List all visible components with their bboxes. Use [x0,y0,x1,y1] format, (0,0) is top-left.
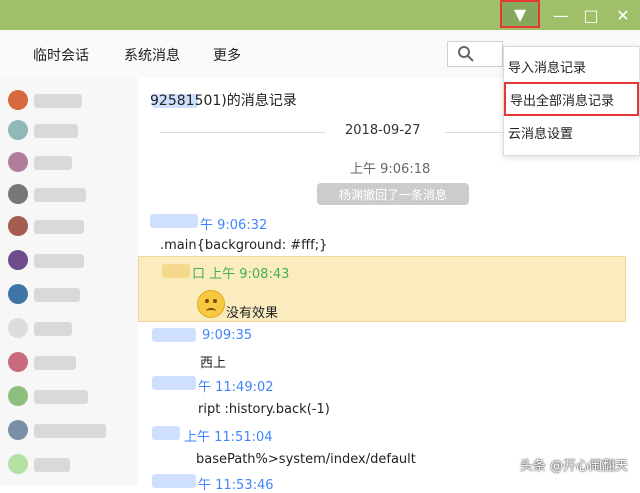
search-input[interactable] [447,41,503,67]
menu-item-import-records[interactable]: 导入消息记录 [504,49,639,83]
avatar [8,120,28,140]
blurred-name [34,322,72,336]
avatar [8,318,28,338]
message-time: 上午 11:51:04 [184,430,273,445]
contact-item[interactable] [8,284,133,306]
emoji-mouth [206,308,216,314]
blurred-name [34,124,78,138]
minimize-icon[interactable]: — [544,0,578,30]
avatar [8,216,28,236]
close-icon[interactable]: ✕ [606,0,640,30]
blurred-sender [152,426,180,440]
chat-title: 92581501)的消息记录 [150,93,297,109]
title-bar: ▼ — □ ✕ [0,0,640,30]
blurred-name [34,220,84,234]
avatar [8,152,28,172]
menu-item-export-all-records[interactable]: 导出全部消息记录 [504,82,639,116]
contact-item[interactable] [8,120,133,142]
message-time: 口 上午 9:08:43 [192,267,290,282]
avatar [8,454,28,474]
contact-item[interactable] [8,352,133,374]
message-time: 午 11:49:02 [198,380,274,395]
date-label: 2018-09-27 [345,123,421,138]
dropdown-menu: 导入消息记录 导出全部消息记录 云消息设置 [503,46,640,156]
tab-more[interactable]: 更多 [213,45,241,65]
maximize-icon[interactable]: □ [574,0,608,30]
avatar [8,90,28,110]
contact-item[interactable] [8,318,133,340]
avatar [8,250,28,270]
contact-item[interactable] [8,454,133,476]
menu-item-cloud-settings[interactable]: 云消息设置 [504,115,639,149]
avatar [8,184,28,204]
message-time: 午 9:06:32 [200,218,268,233]
contact-item[interactable] [8,152,133,174]
search-icon [458,46,474,62]
watermark: 头条 @开心闹翻天 [519,459,628,474]
blurred-name [34,94,82,108]
message-text[interactable]: .main{background: #fff;} [160,238,327,253]
avatar [8,352,28,372]
contact-item[interactable] [8,216,133,238]
sad-emoji-icon [197,290,225,318]
blurred-name [34,356,76,370]
avatar [8,386,28,406]
blurred-name [34,458,70,472]
blurred-name [34,188,86,202]
recall-notice: 杨渊撤回了一条消息 [317,183,469,205]
tab-system-messages[interactable]: 系统消息 [124,45,180,65]
message-text[interactable]: 西上 [200,352,226,371]
blurred-name [34,424,106,438]
message-text[interactable]: ript :history.back(-1) [198,402,330,417]
message-time: 9:09:35 [202,328,253,343]
message-time: 午 11:53:46 [198,478,274,493]
message-text[interactable]: basePath%>system/index/default [196,452,416,467]
divider [160,132,325,133]
blurred-name [34,288,80,302]
blurred-sender [162,264,190,278]
dropdown-arrow-icon[interactable]: ▼ [500,0,540,28]
tab-temporary-chat[interactable]: 临时会话 [33,45,89,65]
contact-item[interactable] [8,90,133,112]
message-text[interactable]: 没有效果 [226,302,278,321]
contact-list [0,78,138,486]
blurred-sender [152,376,196,390]
avatar [8,420,28,440]
blurred-name [34,254,84,268]
blurred-name [34,156,72,170]
contact-item[interactable] [8,420,133,442]
contact-item[interactable] [8,250,133,272]
recall-timestamp: 上午 9:06:18 [350,162,431,177]
contact-item[interactable] [8,386,133,408]
contact-item[interactable] [8,184,133,206]
blurred-name [34,390,88,404]
blurred-sender [152,328,196,342]
blurred-sender [150,214,198,228]
avatar [8,284,28,304]
